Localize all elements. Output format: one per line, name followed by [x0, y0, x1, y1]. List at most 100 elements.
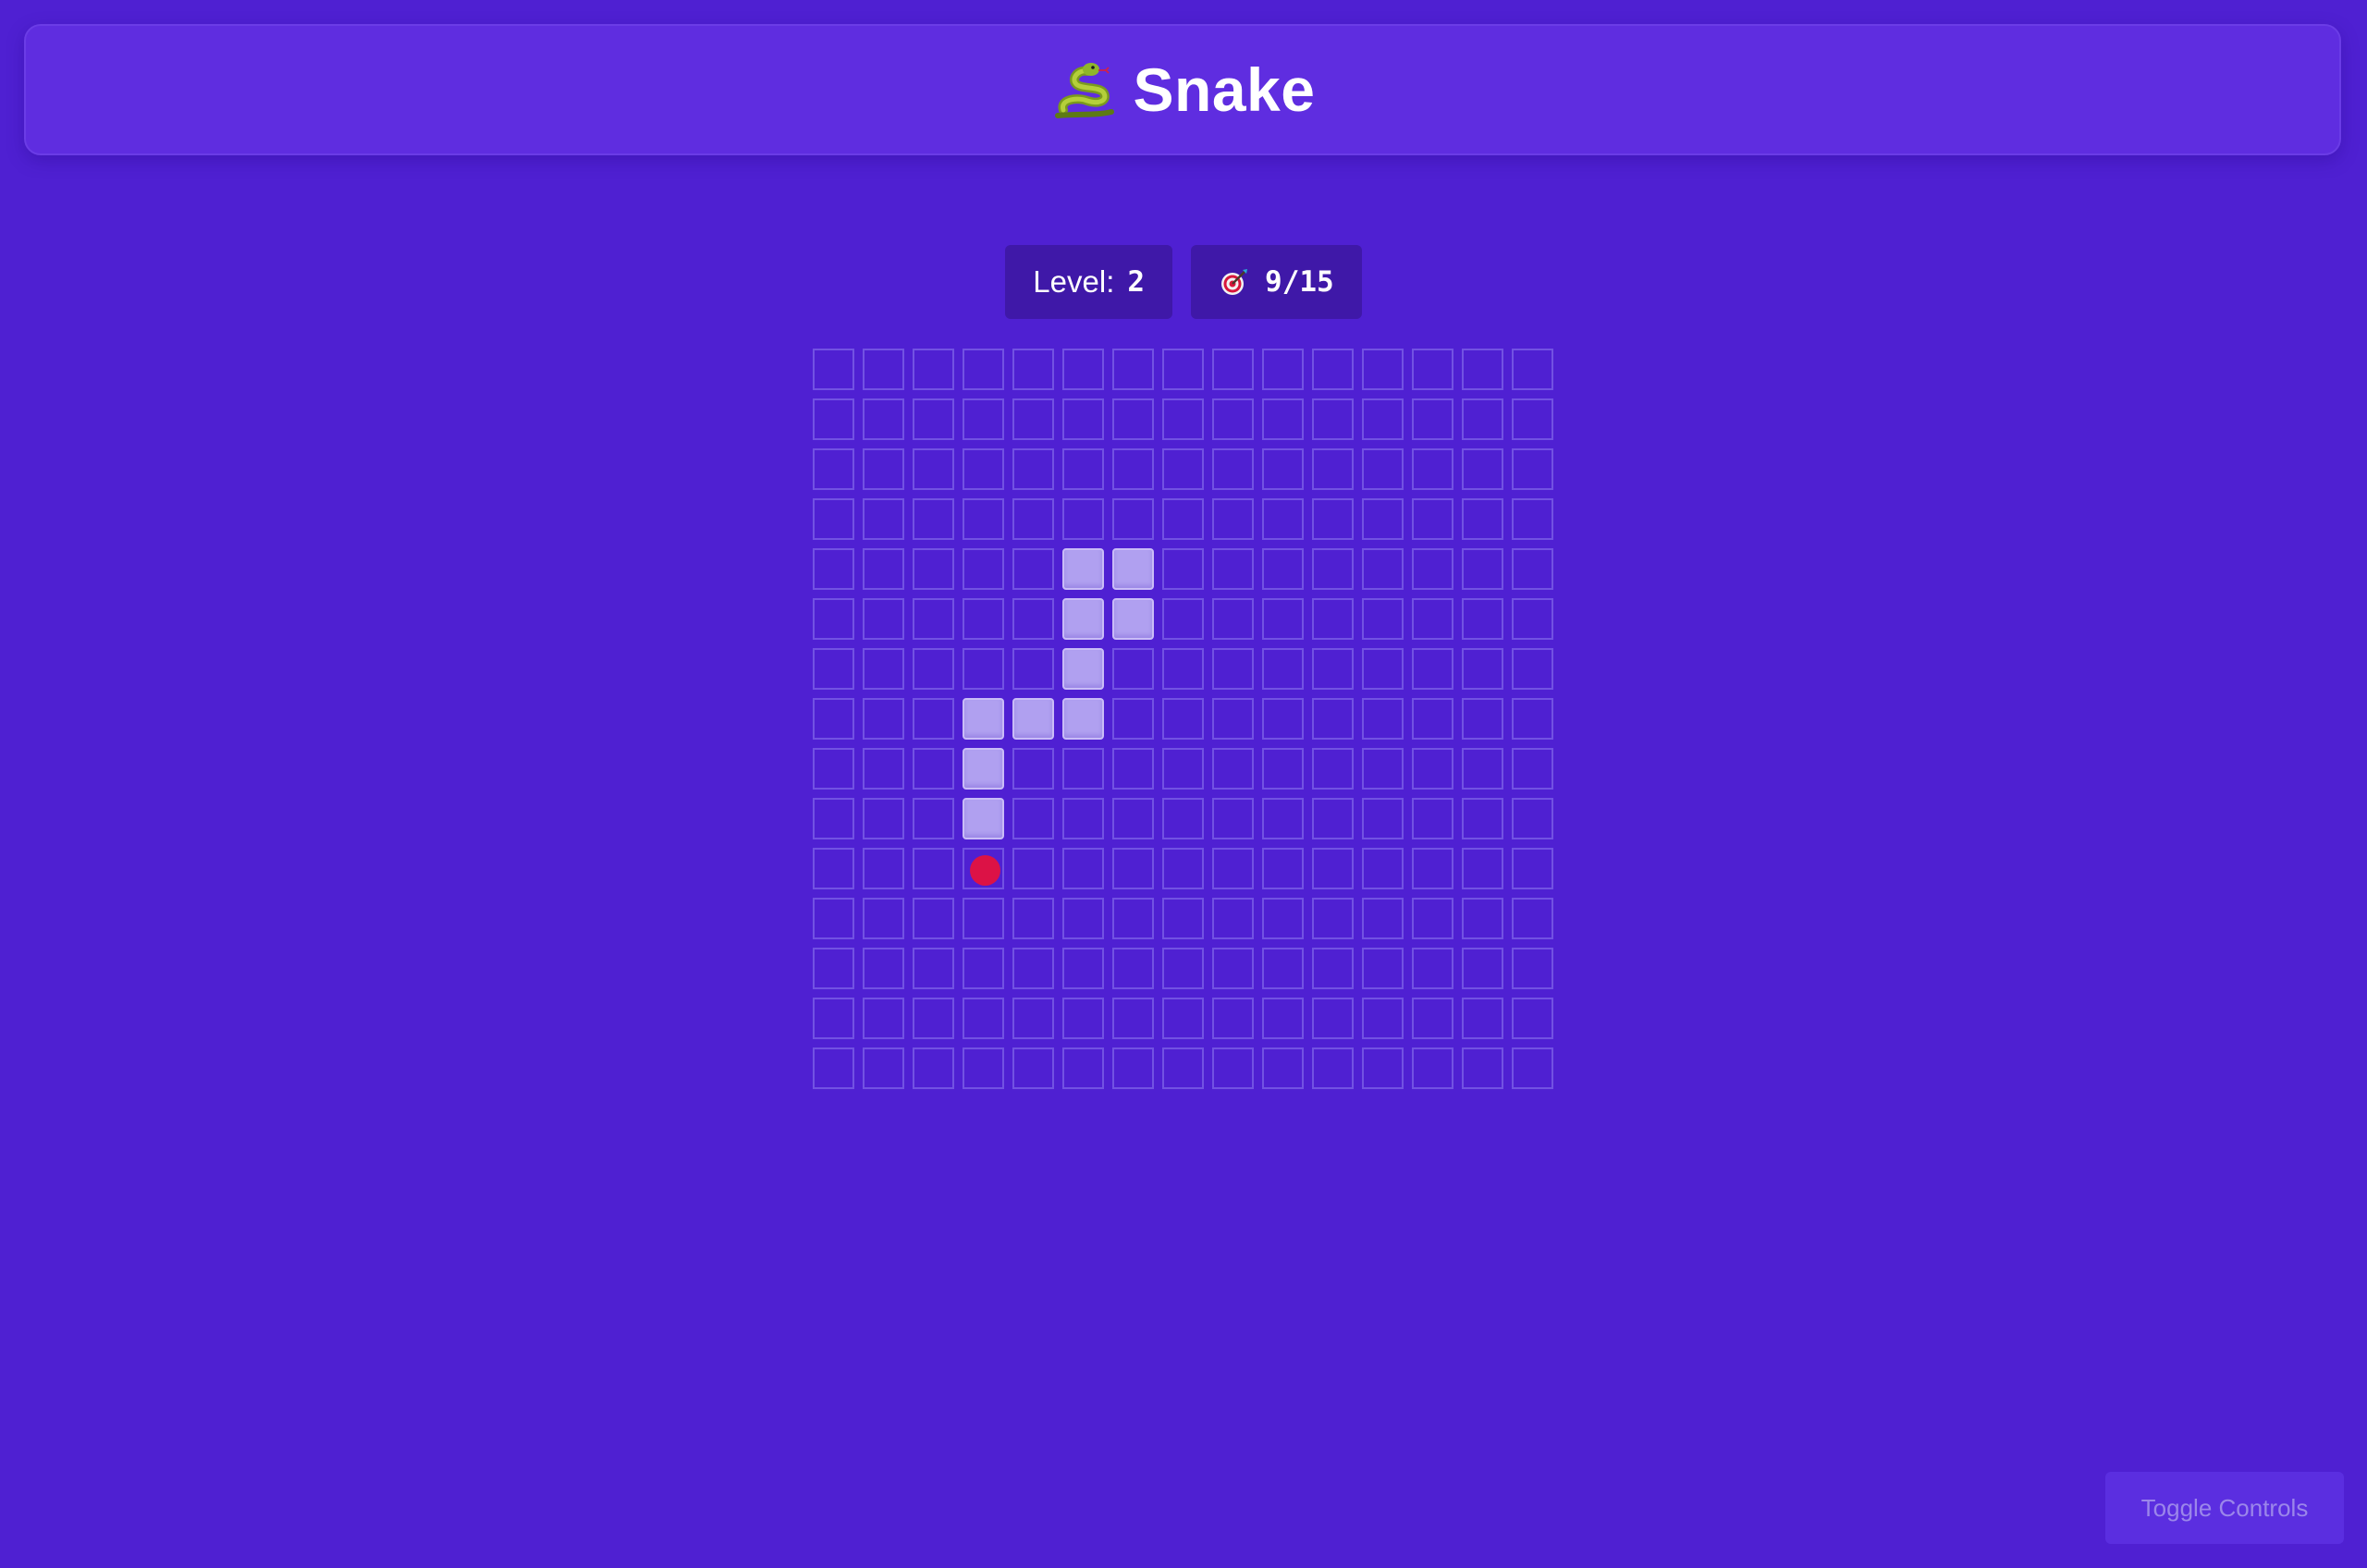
board-cell — [1212, 948, 1254, 989]
board-cell — [1212, 598, 1254, 640]
board-cell — [963, 498, 1004, 540]
board-cell — [1462, 1047, 1503, 1089]
toggle-controls-button[interactable]: Toggle Controls — [2105, 1472, 2344, 1544]
board-cell — [1162, 1047, 1204, 1089]
board-cell — [1412, 798, 1453, 839]
board-cell — [1512, 798, 1553, 839]
board-cell — [1162, 798, 1204, 839]
board-cell — [1362, 948, 1404, 989]
board-cell — [1412, 349, 1453, 390]
board-cell — [813, 498, 854, 540]
board-cell — [813, 798, 854, 839]
board-cell — [1012, 349, 1054, 390]
board-cell — [1312, 598, 1354, 640]
board-cell — [1262, 948, 1304, 989]
board-cell — [1262, 648, 1304, 690]
board-cell — [913, 998, 954, 1039]
board-cell — [1462, 998, 1503, 1039]
board-cell — [1162, 848, 1204, 889]
snake-segment — [1062, 598, 1104, 640]
board-cell — [1412, 898, 1453, 939]
board-cell — [913, 648, 954, 690]
board-cell — [813, 998, 854, 1039]
board-cell — [1362, 748, 1404, 790]
board-cell — [1012, 748, 1054, 790]
board-cell — [1412, 848, 1453, 889]
board-cell — [1462, 648, 1503, 690]
board-cell — [1412, 598, 1453, 640]
board-cell — [1512, 349, 1553, 390]
board-cell — [1262, 798, 1304, 839]
board-cell — [1262, 448, 1304, 490]
board-cell — [1462, 448, 1503, 490]
board-cell — [913, 548, 954, 590]
board-cell — [913, 698, 954, 740]
board-cell — [1112, 448, 1154, 490]
board-cell — [1212, 1047, 1254, 1089]
board-cell — [1512, 948, 1553, 989]
board-cell — [863, 998, 904, 1039]
board-cell — [1112, 898, 1154, 939]
board-cell — [963, 349, 1004, 390]
board-cell — [1212, 448, 1254, 490]
board-cell — [1162, 548, 1204, 590]
board-cell — [863, 548, 904, 590]
board-cell — [913, 598, 954, 640]
board-cell — [1112, 748, 1154, 790]
board-cell — [1212, 648, 1254, 690]
board-cell — [913, 748, 954, 790]
board-cell — [1312, 398, 1354, 440]
page-title: Snake — [1133, 55, 1316, 124]
board-cell — [813, 548, 854, 590]
board-cell — [1412, 948, 1453, 989]
board-cell — [1262, 898, 1304, 939]
board-cell — [813, 848, 854, 889]
board-cell — [1512, 548, 1553, 590]
board-cell — [1212, 498, 1254, 540]
board-cell — [1312, 898, 1354, 939]
board-cell — [1162, 748, 1204, 790]
board-cell — [1162, 698, 1204, 740]
board-cell — [1112, 998, 1154, 1039]
board-cell — [1462, 848, 1503, 889]
board-cell — [1362, 648, 1404, 690]
board-cell — [913, 498, 954, 540]
snake-segment — [1112, 598, 1154, 640]
board-cell — [1512, 1047, 1553, 1089]
board-cell — [1112, 498, 1154, 540]
board-cell — [1462, 748, 1503, 790]
board-cell — [913, 398, 954, 440]
board-cell — [1212, 848, 1254, 889]
board-cell — [1312, 848, 1354, 889]
board-cell — [1262, 848, 1304, 889]
game-board[interactable] — [813, 349, 1554, 1090]
board-cell — [963, 648, 1004, 690]
board-cell — [863, 498, 904, 540]
board-cell — [863, 598, 904, 640]
board-cell — [813, 648, 854, 690]
board-cell — [813, 1047, 854, 1089]
board-cell — [1262, 698, 1304, 740]
board-cell — [1062, 1047, 1104, 1089]
board-cell — [1262, 498, 1304, 540]
level-value: 2 — [1127, 265, 1146, 299]
board-cell — [1012, 398, 1054, 440]
board-cell — [963, 398, 1004, 440]
snake-segment — [963, 698, 1004, 740]
board-cell — [1012, 948, 1054, 989]
board-cell — [1162, 898, 1204, 939]
board-cell — [1212, 349, 1254, 390]
board-cell — [1112, 948, 1154, 989]
board-cell — [1262, 349, 1304, 390]
board-cell — [813, 948, 854, 989]
board-cell — [1362, 598, 1404, 640]
board-cell — [1262, 548, 1304, 590]
board-cell — [1262, 398, 1304, 440]
board-cell — [1062, 349, 1104, 390]
board-cell — [1212, 698, 1254, 740]
board-cell — [1362, 998, 1404, 1039]
board-cell — [1412, 1047, 1453, 1089]
board-cell — [963, 948, 1004, 989]
board-cell — [1212, 748, 1254, 790]
board-cell — [1012, 598, 1054, 640]
